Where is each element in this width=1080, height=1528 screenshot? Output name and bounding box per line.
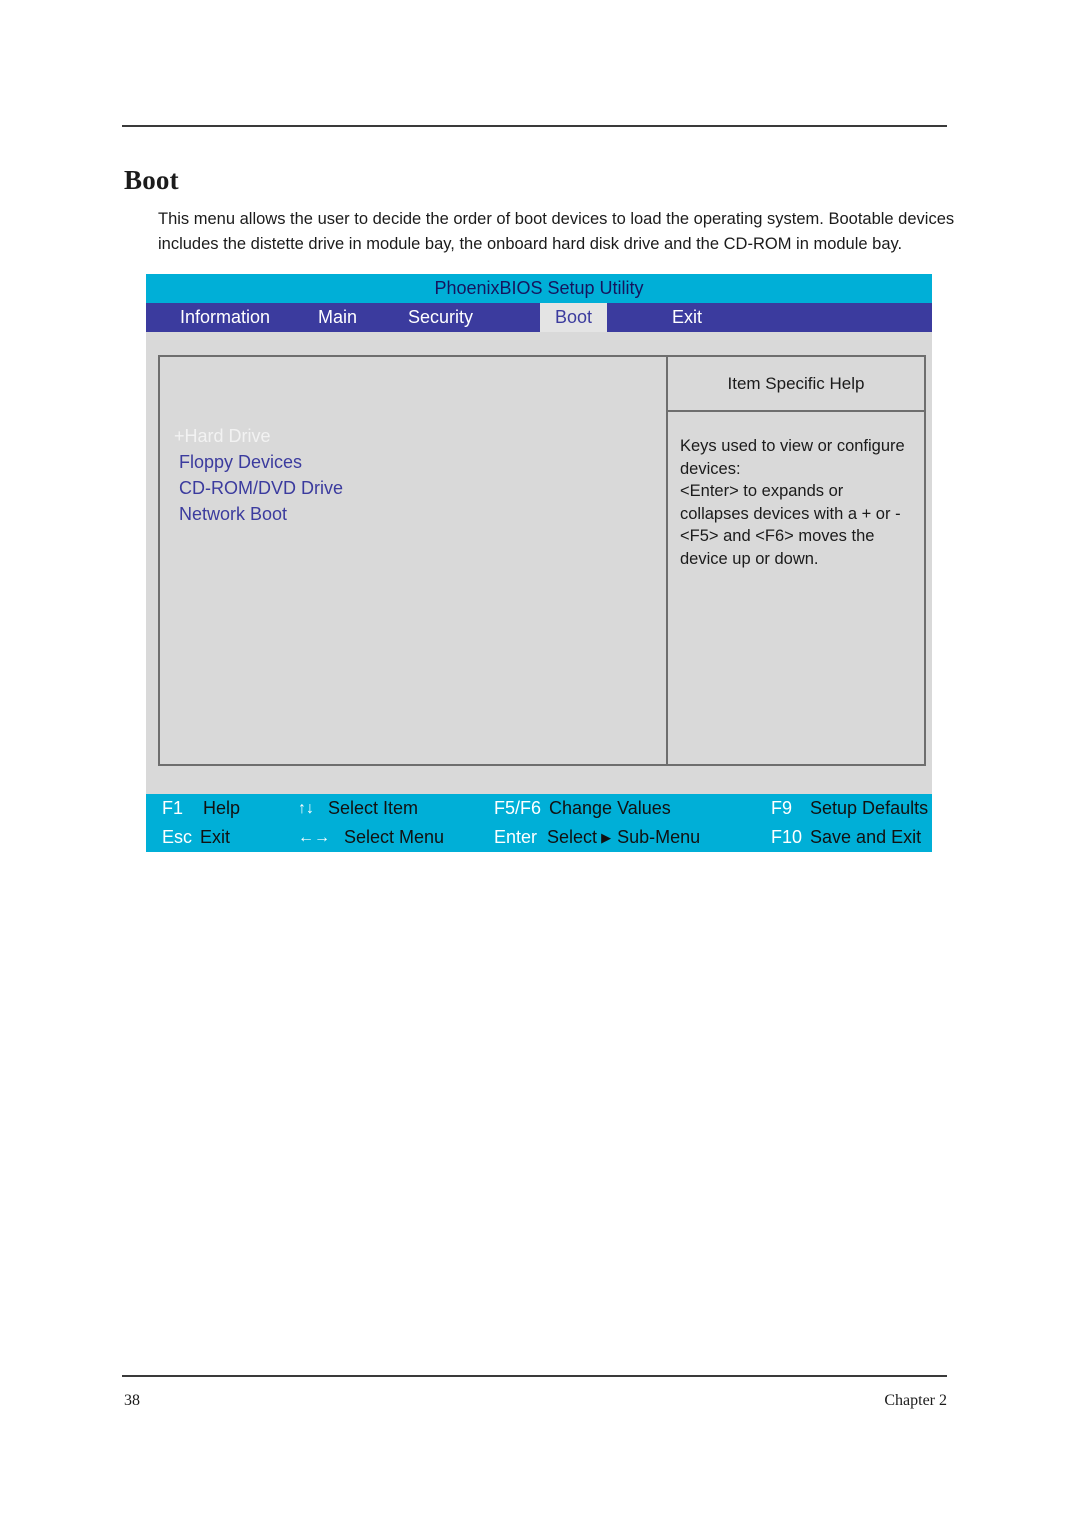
key-f1-label: F1 [162, 798, 184, 818]
tab-boot[interactable]: Boot [540, 303, 607, 332]
key-f1-help[interactable]: F1 Help [162, 794, 240, 823]
key-setup-defaults-desc: Setup Defaults [810, 798, 929, 818]
key-f10-label: F10 [771, 827, 803, 847]
key-exit-desc: Exit [200, 827, 231, 847]
boot-item-hard-drive[interactable]: +Hard Drive [174, 423, 634, 449]
help-panel-title-text: Item Specific Help [727, 373, 865, 393]
bios-title-bar: PhoenixBIOS Setup Utility [146, 274, 932, 303]
page-bottom-rule [122, 1375, 947, 1377]
help-panel-title: Item Specific Help [668, 357, 924, 412]
key-f9-label: F9 [771, 798, 793, 818]
bios-title-text: PhoenixBIOS Setup Utility [434, 278, 644, 298]
intro-paragraph: This menu allows the user to decide the … [158, 209, 955, 253]
key-f10-save-and-exit[interactable]: F10 Save and Exit [771, 823, 921, 852]
boot-order-pane: +Hard Drive Floppy Devices CD-ROM/DVD Dr… [160, 357, 668, 764]
footer-page-number: 38 [124, 1392, 140, 1409]
item-specific-help-pane: Item Specific Help Keys used to view or … [668, 357, 924, 764]
key-select-desc: Select [547, 827, 598, 847]
boot-item-floppy-devices[interactable]: Floppy Devices [174, 449, 634, 475]
arrow-up-down-icon: ↑↓ [298, 799, 314, 817]
boot-device-list: +Hard Drive Floppy Devices CD-ROM/DVD Dr… [174, 423, 634, 527]
key-save-and-exit-desc: Save and Exit [810, 827, 922, 847]
key-esc-exit[interactable]: Esc Exit [162, 823, 230, 852]
key-select-menu-desc: Select Menu [344, 827, 445, 847]
bios-content-frame: +Hard Drive Floppy Devices CD-ROM/DVD Dr… [158, 355, 926, 766]
key-enter-select-submenu[interactable]: Enter Select ▶ Sub-Menu [494, 823, 700, 852]
tab-security[interactable]: Security [408, 303, 473, 332]
function-key-row-1: F1 Help ↑↓ Select Item F5/F6 Change Valu… [146, 794, 932, 823]
help-panel-text: Keys used to view or configure devices: … [680, 437, 905, 568]
key-enter-label: Enter [494, 827, 538, 847]
key-f5f6-label: F5/F6 [494, 798, 542, 818]
key-updown-select-item[interactable]: ↑↓ Select Item [298, 794, 418, 823]
page-top-rule [122, 125, 947, 127]
function-key-row-2: Esc Exit ←→ Select Menu Enter Select ▶ S… [146, 823, 932, 852]
page-title: Boot [124, 165, 179, 196]
tab-exit[interactable]: Exit [672, 303, 702, 332]
tab-information[interactable]: Information [180, 303, 270, 332]
key-f5f6-change-values[interactable]: F5/F6 Change Values [494, 794, 671, 823]
boot-item-network-boot[interactable]: Network Boot [174, 501, 634, 527]
key-change-values-desc: Change Values [549, 798, 671, 818]
key-submenu-desc: Sub-Menu [617, 827, 701, 847]
boot-item-cdrom-dvd-drive[interactable]: CD-ROM/DVD Drive [174, 475, 634, 501]
footer-chapter-label: Chapter 2 [884, 1392, 947, 1409]
triangle-right-icon: ▶ [601, 829, 612, 845]
phoenixbios-setup-window: PhoenixBIOS Setup Utility Information Ma… [146, 274, 932, 852]
bios-tab-bar: Information Main Security Boot Exit [146, 303, 932, 332]
arrow-left-right-icon: ←→ [298, 828, 330, 846]
key-f9-setup-defaults[interactable]: F9 Setup Defaults [771, 794, 928, 823]
key-select-item-desc: Select Item [328, 798, 419, 818]
key-esc-label: Esc [162, 827, 193, 847]
key-f1-desc: Help [203, 798, 241, 818]
function-key-bar: F1 Help ↑↓ Select Item F5/F6 Change Valu… [146, 794, 932, 852]
key-leftright-select-menu[interactable]: ←→ Select Menu [298, 823, 444, 852]
tab-main[interactable]: Main [318, 303, 357, 332]
